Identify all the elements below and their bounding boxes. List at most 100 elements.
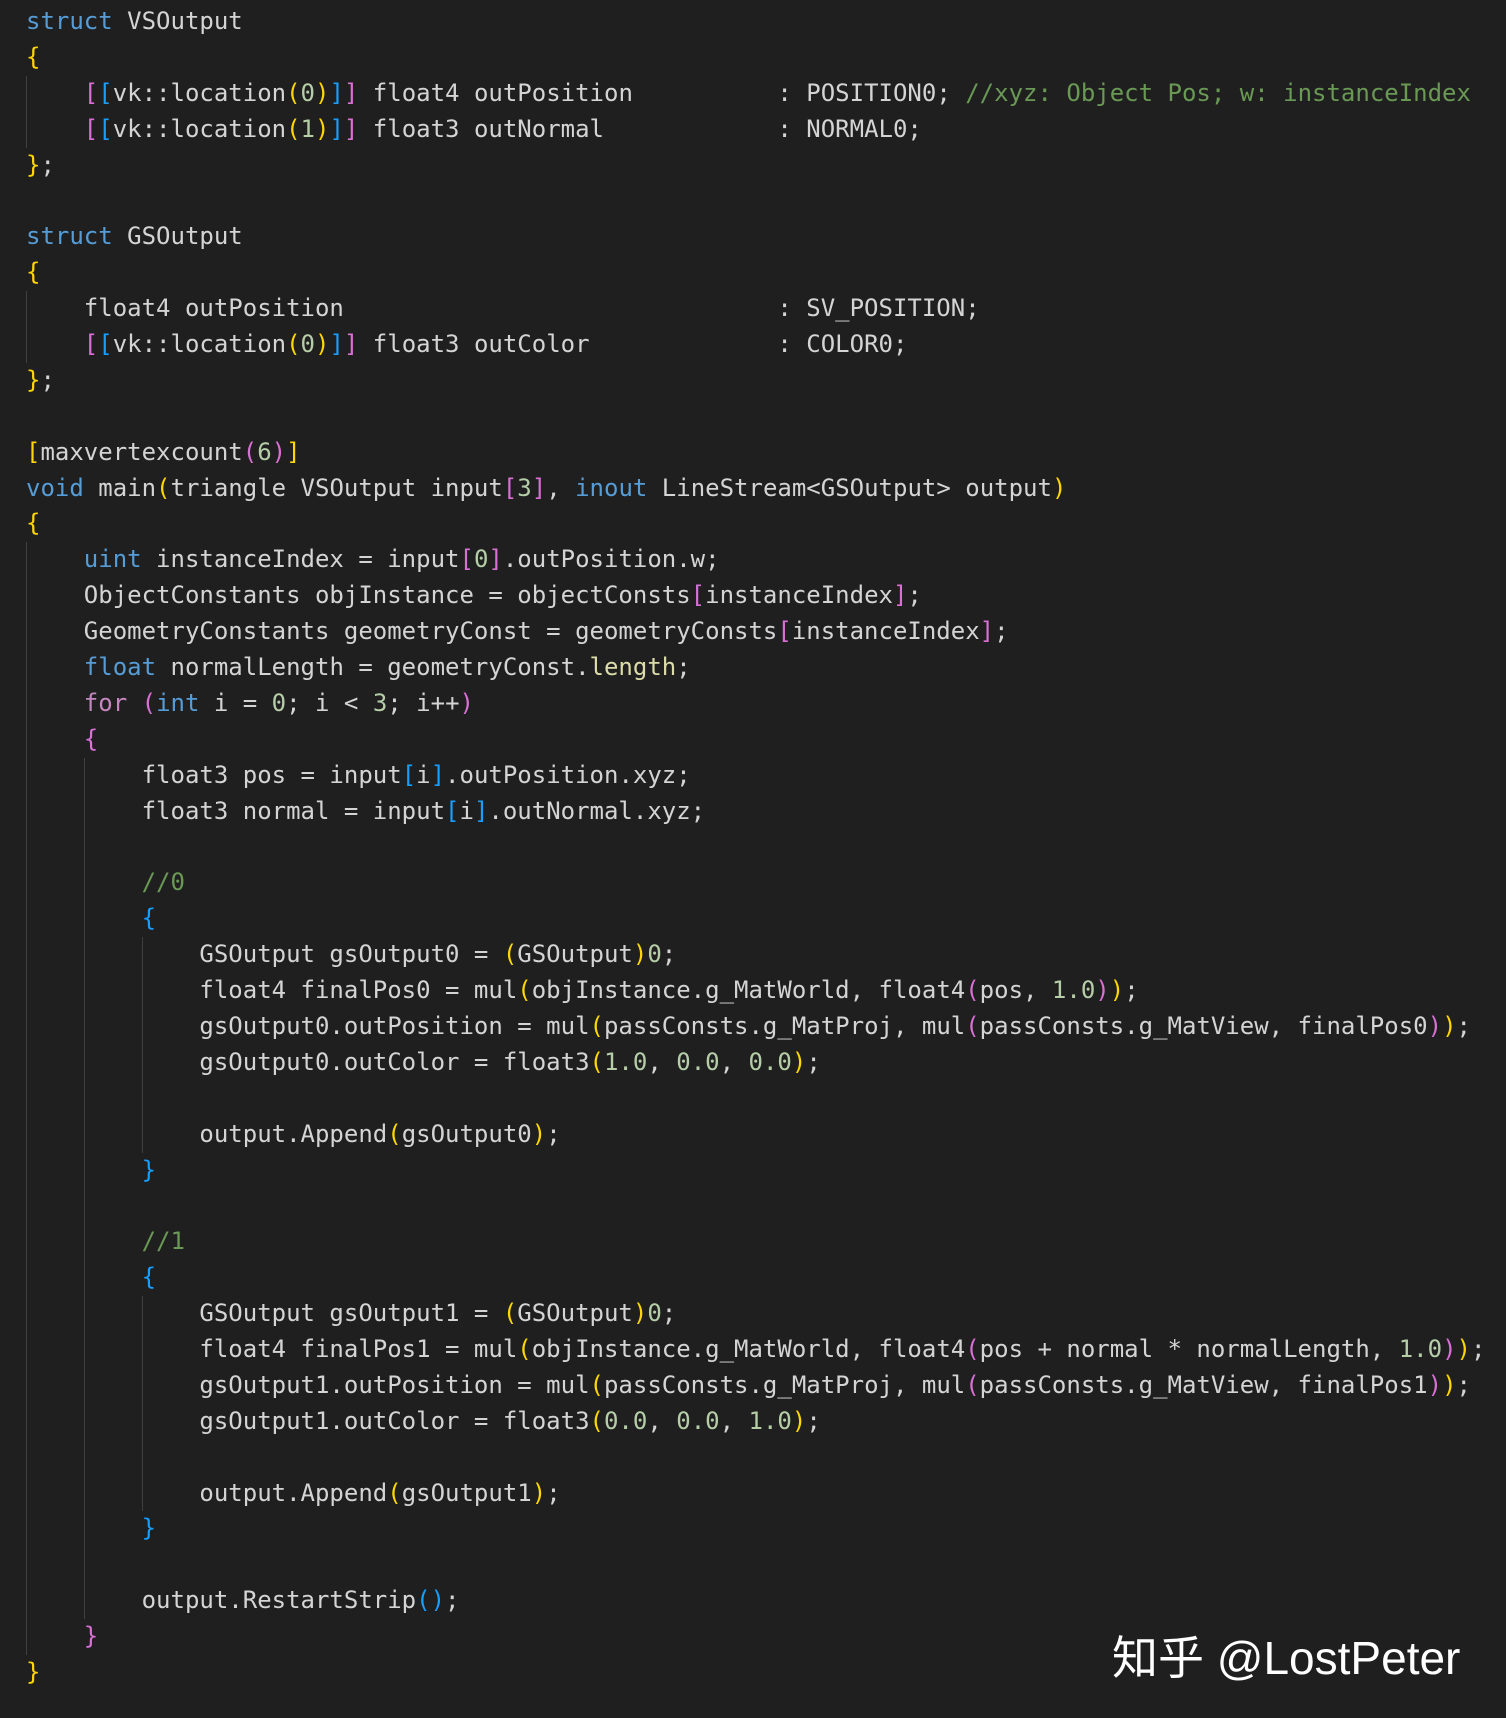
code-token: float4 outPosition : SV_POSITION;	[83, 294, 980, 323]
code-line[interactable]: gsOutput1.outPosition = mul(passConsts.g…	[26, 1367, 1485, 1404]
code-line[interactable]: float4 outPosition : SV_POSITION;	[26, 291, 1485, 328]
code-token: (	[517, 976, 532, 1005]
code-token: 1.0	[1051, 976, 1096, 1005]
code-token: output.RestartStrip	[141, 1586, 417, 1615]
code-line[interactable]	[26, 399, 1485, 435]
code-line[interactable]: }	[26, 1152, 1485, 1189]
code-line[interactable]: float3 normal = input[i].outNormal.xyz;	[26, 793, 1485, 830]
code-token: inout	[575, 473, 648, 502]
code-token: ]	[286, 437, 301, 466]
code-comment: //1	[141, 1227, 185, 1256]
code-token: ]	[430, 760, 446, 789]
code-token: ;	[546, 1119, 561, 1148]
indent-guide	[141, 1008, 200, 1045]
code-token: )	[1051, 473, 1067, 502]
code-line[interactable]: }	[26, 1511, 1485, 1548]
code-token: {	[26, 509, 41, 538]
code-line[interactable]: [[vk::location(0)]] float3 outColor : CO…	[26, 327, 1485, 363]
code-line[interactable]: gsOutput1.outColor = float3(0.0, 0.0, 1.…	[26, 1403, 1485, 1440]
code-editor[interactable]: struct VSOutput{[[vk::location(0)]] floa…	[26, 4, 1485, 1691]
code-line[interactable]: [[vk::location(1)]] float3 outNormal : N…	[26, 111, 1485, 148]
code-token: (	[416, 1586, 431, 1615]
code-line[interactable]: {	[26, 255, 1485, 291]
code-token: ;	[661, 1299, 677, 1328]
code-line[interactable]: output.Append(gsOutput1);	[26, 1475, 1485, 1512]
code-token: ,	[719, 1406, 749, 1435]
code-line[interactable]: float3 pos = input[i].outPosition.xyz;	[26, 757, 1485, 794]
code-token: [	[83, 330, 99, 359]
code-line[interactable]: //0	[26, 865, 1485, 902]
code-token: [	[83, 114, 99, 143]
code-token: gsOutput1	[401, 1478, 532, 1507]
code-line[interactable]: uint instanceIndex = input[0].outPositio…	[26, 542, 1485, 579]
code-line[interactable]: output.Append(gsOutput0);	[26, 1116, 1485, 1153]
code-token: )	[315, 114, 330, 143]
code-token: [	[777, 617, 792, 646]
code-token: 1.0	[748, 1406, 792, 1435]
code-line[interactable]	[26, 1439, 1485, 1476]
code-line[interactable]: GSOutput gsOutput1 = (GSOutput)0;	[26, 1296, 1485, 1332]
code-token: }	[26, 150, 41, 179]
code-line[interactable]: [[vk::location(0)]] float4 outPosition :…	[26, 75, 1485, 112]
code-token: normalLength = geometryConst.	[156, 653, 590, 682]
code-token: gsOutput1.outColor = float3	[199, 1406, 590, 1435]
code-line[interactable]: [maxvertexcount(6)]	[26, 435, 1485, 471]
code-token: float3 pos = input	[141, 760, 402, 789]
code-token: i	[459, 796, 474, 825]
indent-guide	[26, 1583, 84, 1620]
indent-guide	[26, 1439, 84, 1476]
code-line[interactable]: gsOutput0.outPosition = mul(passConsts.g…	[26, 1008, 1485, 1045]
code-line[interactable]: {	[26, 506, 1485, 542]
code-line[interactable]: gsOutput0.outColor = float3(1.0, 0.0, 0.…	[26, 1044, 1485, 1081]
code-line[interactable]: //1	[26, 1224, 1485, 1261]
code-line[interactable]	[26, 1188, 1485, 1225]
code-token: instanceIndex	[791, 617, 980, 646]
code-line[interactable]: };	[26, 363, 1485, 399]
code-line[interactable]: GeometryConstants geometryConst = geomet…	[26, 614, 1485, 651]
code-token: i	[416, 760, 431, 789]
code-token: ,	[719, 1047, 749, 1076]
code-line[interactable]	[26, 183, 1485, 219]
code-token: output.Append	[199, 1478, 388, 1507]
code-line[interactable]: GSOutput gsOutput0 = (GSOutput)0;	[26, 937, 1485, 974]
code-line[interactable]: for (int i = 0; i < 3; i++)	[26, 685, 1485, 722]
indent-guide	[83, 1116, 142, 1153]
code-line[interactable]	[26, 1547, 1485, 1584]
code-line[interactable]: struct VSOutput	[26, 4, 1485, 40]
code-token: float4 finalPos0 = mul	[199, 976, 518, 1005]
code-line[interactable]: void main(triangle VSOutput input[3], in…	[26, 471, 1485, 507]
indent-guide	[26, 1331, 84, 1368]
indent-guide	[83, 1511, 142, 1548]
code-token: 0	[300, 78, 315, 107]
code-line[interactable]: ObjectConstants objInstance = objectCons…	[26, 578, 1485, 615]
code-token: (	[965, 1011, 980, 1040]
code-token: ;	[40, 365, 55, 394]
code-token: }	[26, 1657, 41, 1686]
code-line[interactable]: {	[26, 721, 1485, 758]
code-line[interactable]	[26, 1080, 1485, 1117]
code-token: }	[141, 1155, 157, 1184]
code-line[interactable]: struct GSOutput	[26, 219, 1485, 255]
code-line[interactable]: float normalLength = geometryConst.lengt…	[26, 650, 1485, 686]
code-token: GSOutput gsOutput0 =	[199, 940, 503, 969]
indent-guide	[26, 542, 84, 579]
code-token: VSOutput	[112, 7, 243, 35]
code-line[interactable]: {	[26, 1260, 1485, 1297]
code-line[interactable]: };	[26, 148, 1485, 184]
code-line[interactable]: float4 finalPos0 = mul(objInstance.g_Mat…	[26, 973, 1485, 1009]
code-token: (	[589, 1406, 604, 1435]
code-token: vk::location	[112, 78, 287, 107]
code-token: ;	[994, 617, 1009, 646]
code-line[interactable]: {	[26, 901, 1485, 938]
code-line[interactable]: output.RestartStrip();	[26, 1583, 1485, 1620]
code-line[interactable]: {	[26, 40, 1485, 76]
code-token: 0	[647, 940, 662, 969]
indent-guide	[83, 757, 142, 794]
code-line[interactable]	[26, 829, 1485, 866]
indent-guide	[83, 1260, 142, 1297]
indent-guide	[83, 1403, 142, 1440]
code-line[interactable]: float4 finalPos1 = mul(objInstance.g_Mat…	[26, 1331, 1485, 1368]
code-token: )	[1456, 1334, 1471, 1363]
code-token: (	[242, 437, 258, 466]
code-token: {	[141, 1263, 157, 1292]
